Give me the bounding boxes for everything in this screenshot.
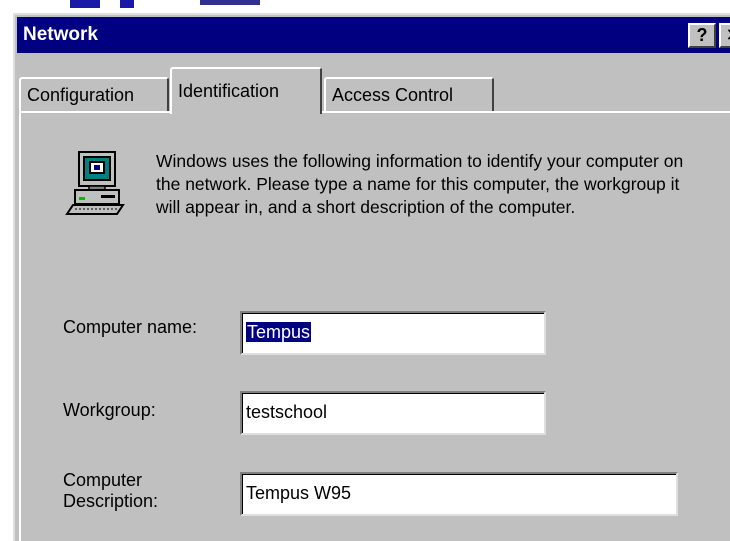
description-label-line: Computer — [63, 470, 143, 490]
workgroup-value: testschool — [246, 402, 328, 422]
help-button[interactable]: ? — [688, 23, 716, 48]
computer-description-value: Tempus W95 — [246, 483, 352, 503]
workgroup-label: Workgroup: — [63, 400, 156, 420]
computer-name-value: Tempus — [246, 322, 312, 342]
window-title: Network — [23, 24, 98, 45]
tab-identification[interactable]: Identification — [170, 67, 322, 114]
tab-access-control[interactable]: Access Control — [324, 77, 494, 111]
tab-label: Identification — [178, 81, 280, 101]
desktop-fragment — [200, 0, 260, 5]
computer-description-input[interactable]: Tempus W95 — [240, 472, 678, 516]
description-label-line: Description: — [63, 491, 159, 511]
computer-name-label: Computer name: — [63, 317, 198, 337]
info-text: Windows uses the following information t… — [156, 151, 684, 217]
screen: Network ? ✕ Configuration Identification… — [0, 0, 730, 541]
title-bar[interactable]: Network ? ✕ — [17, 17, 730, 53]
computer-icon — [65, 151, 125, 215]
tab-configuration[interactable]: Configuration — [19, 77, 169, 111]
tab-label: Configuration — [27, 85, 135, 105]
desktop-background — [0, 0, 730, 14]
computer-description-label: Computer Description: — [63, 470, 173, 512]
tab-label: Access Control — [332, 85, 454, 105]
workgroup-input[interactable]: testschool — [240, 391, 546, 435]
desktop-fragment — [70, 0, 100, 8]
close-button[interactable]: ✕ — [719, 23, 730, 48]
close-icon: ✕ — [725, 25, 730, 45]
desktop-fragment — [120, 0, 134, 8]
question-mark-icon: ? — [696, 25, 708, 45]
computer-name-input[interactable]: Tempus — [240, 311, 546, 355]
